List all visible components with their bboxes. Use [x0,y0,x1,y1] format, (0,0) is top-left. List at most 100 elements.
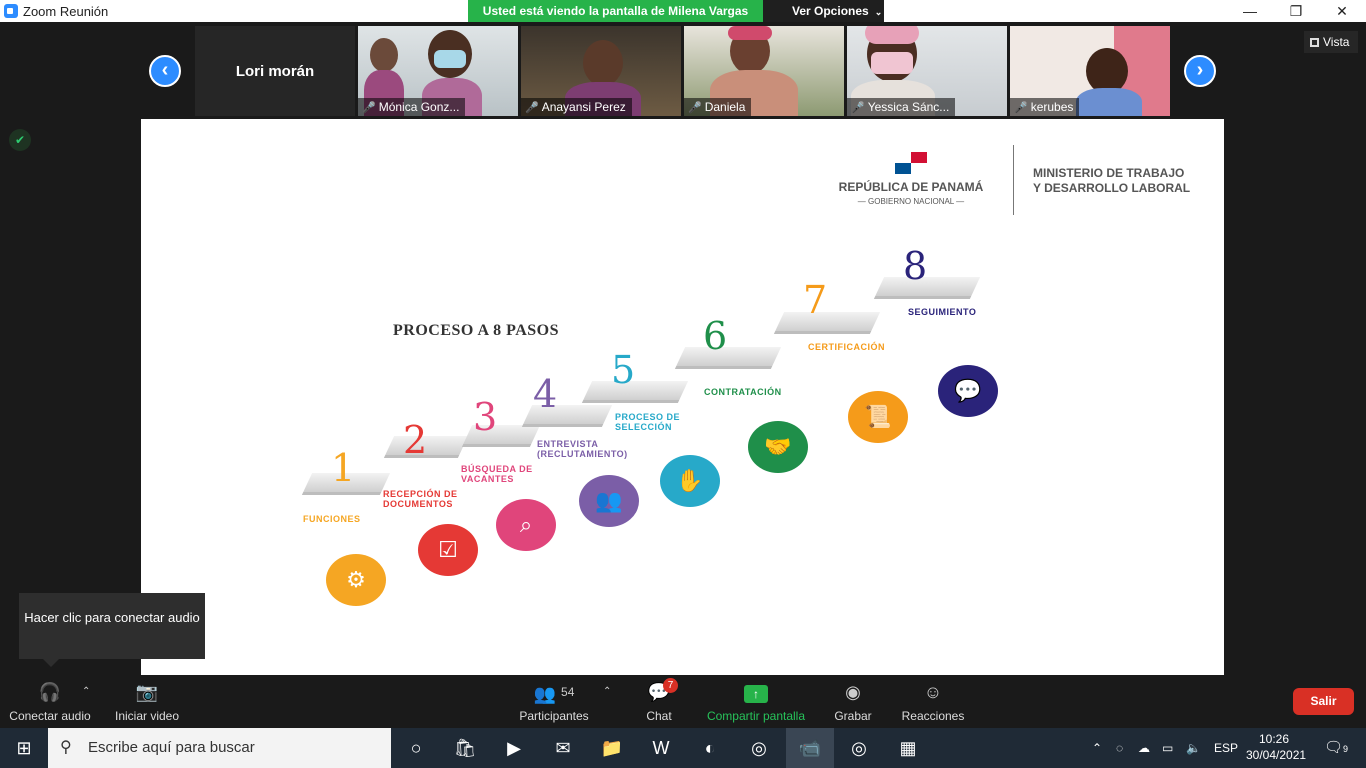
mic-muted-icon: 🎤 [851,102,865,114]
close-button[interactable]: ✕ [1319,0,1365,22]
participant-name: kerubes [1030,100,1074,114]
leave-button[interactable]: Salir [1293,688,1354,715]
start-video-button[interactable]: 📷 Iniciar video [108,680,186,723]
gobierno-label: — GOBIERNO NACIONAL — [857,197,965,206]
mic-muted-icon: 🎤 [1014,102,1028,114]
view-button[interactable]: Vista [1304,31,1358,53]
minimize-button[interactable]: — [1227,0,1273,22]
gallery-next-button[interactable]: › [1184,55,1216,87]
network-icon[interactable]: ▭ [1162,728,1173,768]
word-icon[interactable]: W [637,728,685,768]
participants-button[interactable]: 👥 54 Participantes [514,680,594,723]
gallery-prev-button[interactable]: ‹ [149,55,181,87]
mail-icon[interactable]: ✉ [539,728,587,768]
handshake-icon: 🤝 [748,421,808,473]
active-speaker-name: Lori morán [235,62,315,80]
zoom-window: Zoom Reunión — ❐ ✕ Usted está viendo la … [0,0,1366,768]
screen-share-banner: Usted está viendo la pantalla de Milena … [468,0,763,22]
notifications-count: 9 [1343,744,1349,754]
reactions-button[interactable]: ☺ Reacciones [900,680,966,723]
participant-name-tag: 🎤 Yessica Sánc... [847,98,956,116]
participant-video [583,40,623,86]
view-options-button[interactable]: Ver Opciones ⌄ [763,0,884,22]
participant-name-tag: 🎤 Daniela [684,98,752,116]
step-label: ENTREVISTA (RECLUTAMIENTO) [537,439,628,459]
slide-title: PROCESO A 8 PASOS [393,322,560,339]
participants-label: Participantes [519,709,589,723]
windows-start-icon[interactable]: ⊞ [0,728,48,768]
participant-tile[interactable]: 🎤 Yessica Sánc... [847,26,1007,116]
input-language[interactable]: ESP [1214,728,1238,768]
step-label: CONTRATACIÓN [704,387,782,397]
chevron-down-icon: ⌄ [874,7,883,17]
participant-name: Yessica Sánc... [867,100,950,114]
task-view-icon[interactable]: ○ [392,728,440,768]
checklist-icon: ☑ [418,524,478,576]
record-button[interactable]: ◉ Grabar [830,680,876,723]
step-label: FUNCIONES [303,514,361,524]
connect-audio-button[interactable]: 🎧 Conectar audio [6,680,94,723]
mic-muted-icon: 🎤 [525,102,539,114]
chrome-icon[interactable]: ◎ [835,728,883,768]
participant-tile[interactable]: 🎤 Mónica Gonz... [358,26,518,116]
participant-tile[interactable]: 🎤 Daniela [684,26,844,116]
share-screen-icon: ↑ [703,680,809,704]
chat-label: Chat [646,709,672,723]
share-screen-button[interactable]: ↑ Compartir pantalla [703,680,809,723]
audio-tooltip: Hacer clic para conectar audio [19,593,205,667]
mic-muted-icon: 🎤 [688,102,702,114]
calculator-icon[interactable]: ▦ [884,728,932,768]
headphones-icon: 🎧 [38,682,62,702]
smiley-plus-icon: ☺ [923,682,943,702]
step-label: BÚSQUEDA DE VACANTES [461,464,533,484]
notifications-icon[interactable]: 🗨9 [1324,728,1348,768]
selection-hand-icon: ✋ [660,455,720,507]
volume-muted-icon[interactable]: 🔈 [1186,728,1201,768]
zoom-app-icon [4,4,18,18]
store-icon[interactable]: 🛍 [441,728,489,768]
edge-icon[interactable]: ◐ [686,728,734,768]
participant-tile[interactable]: 🎤 kerubes [1010,26,1170,116]
face-mask [434,50,466,68]
show-hidden-icons-icon[interactable]: ⌃ [1092,728,1102,768]
active-speaker-tile[interactable]: Lori morán [195,26,355,116]
stair-step [674,347,782,369]
taskbar-search-box[interactable]: ⚲ Escribe aquí para buscar [48,728,391,768]
security-shield-icon[interactable]: ✔ [9,129,31,151]
headband [728,26,772,40]
ministerio-line-1: MINISTERIO DE TRABAJO [1033,166,1185,180]
window-title: Zoom Reunión [23,4,109,19]
step-number: 4 [533,372,558,416]
gears-icon: ⚙ [326,554,386,606]
participant-name-tag: 🎤 kerubes [1010,98,1080,116]
panama-flag-icon [895,152,927,174]
participant-video [370,38,398,72]
step-label: PROCESO DE SELECCIÓN [615,412,681,432]
step-number: 3 [473,395,498,439]
participant-tile[interactable]: 🎤 Anayansi Perez [521,26,681,116]
audio-options-caret[interactable]: ⌃ [82,686,90,697]
magnifier-icon: ⌕ [496,499,556,551]
file-explorer-icon[interactable]: 📁 [588,728,636,768]
step-number: 5 [611,348,636,392]
chrome-icon[interactable]: ◎ [735,728,783,768]
step-number: 2 [403,418,428,462]
participants-options-caret[interactable]: ⌃ [603,686,611,697]
ministerio-line-2: Y DESARROLLO LABORAL [1033,181,1191,195]
participants-count: 54 [561,685,575,699]
restore-button[interactable]: ❐ [1273,0,1319,22]
step-label: RECEPCIÓN DE DOCUMENTOS [383,489,458,509]
meet-now-icon[interactable]: ◌ [1116,728,1123,768]
onedrive-icon[interactable]: ☁ [1138,728,1150,768]
participant-name: Mónica Gonz... [378,100,460,114]
record-icon: ◉ [845,682,861,702]
taskbar-clock[interactable]: 10:26 30/04/2021 [1246,731,1306,763]
participant-video [1076,88,1142,116]
step-label: CERTIFICACIÓN [808,342,885,352]
gallery-view-icon [1310,38,1319,47]
media-player-icon[interactable]: ▶ [490,728,538,768]
step-label: SEGUIMIENTO [908,307,977,317]
zoom-taskbar-icon[interactable]: 📹 [786,728,834,768]
certificate-icon: 📜 [848,391,908,443]
followup-icon: 💬 [938,365,998,417]
